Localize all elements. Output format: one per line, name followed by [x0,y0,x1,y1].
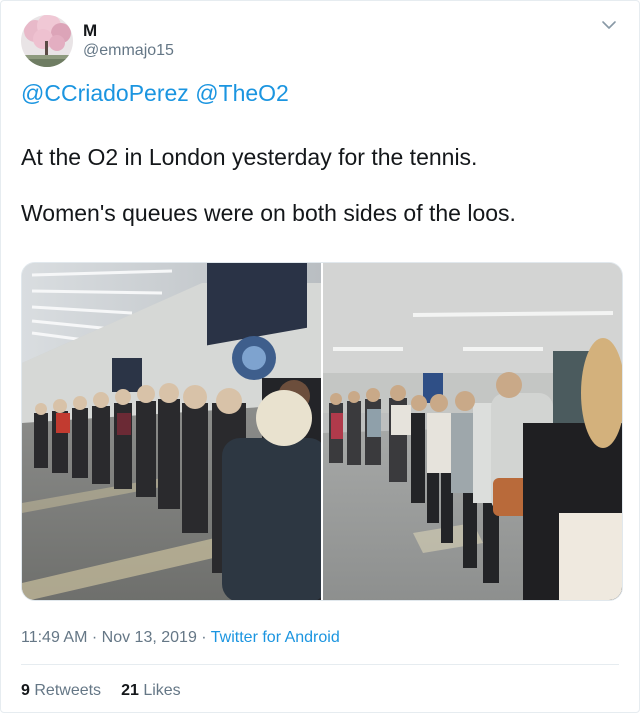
mention-link[interactable]: @CCriadoPerez [21,80,189,106]
tweet-text-line: At the O2 in London yesterday for the te… [21,144,478,170]
display-name[interactable]: M [83,21,174,41]
retweets-label: Retweets [34,682,102,699]
tweet-timestamp: 11:49 AM · Nov 13, 2019 · Twitter for An… [21,628,340,648]
retweets-count: 9 [21,682,30,699]
likes-stat[interactable]: 21 Likes [121,681,181,701]
user-handle[interactable]: @emmajo15 [83,41,174,61]
tweet-stats: 9 Retweets 21 Likes [21,681,181,701]
tweet-text: At the O2 in London yesterday for the te… [21,143,619,227]
meta-separator: · [91,629,98,646]
tweet-date[interactable]: Nov 13, 2019 [102,629,197,646]
mention-link[interactable]: @TheO2 [195,80,289,106]
tweet-header: M @emmajo15 [21,13,619,69]
divider [21,664,619,665]
likes-count: 21 [121,682,139,699]
chevron-down-icon[interactable] [599,15,619,35]
tweet-mentions: @CCriadoPerez @TheO2 [21,79,289,107]
tweet-time[interactable]: 11:49 AM [21,629,87,646]
meta-separator: · [201,629,207,646]
likes-label: Likes [143,682,181,699]
tweet-source-link[interactable]: Twitter for Android [211,629,340,646]
tweet-text-line: Women's queues were on both sides of the… [21,200,516,226]
queue-photo[interactable] [22,263,321,600]
avatar[interactable] [21,15,73,67]
tweet-card: M @emmajo15 @CCriadoPerez @TheO2 At the … [0,0,640,713]
tweet-media [21,262,623,601]
queue-photo[interactable] [323,263,622,600]
author-names: M @emmajo15 [83,21,174,61]
retweets-stat[interactable]: 9 Retweets [21,681,101,701]
